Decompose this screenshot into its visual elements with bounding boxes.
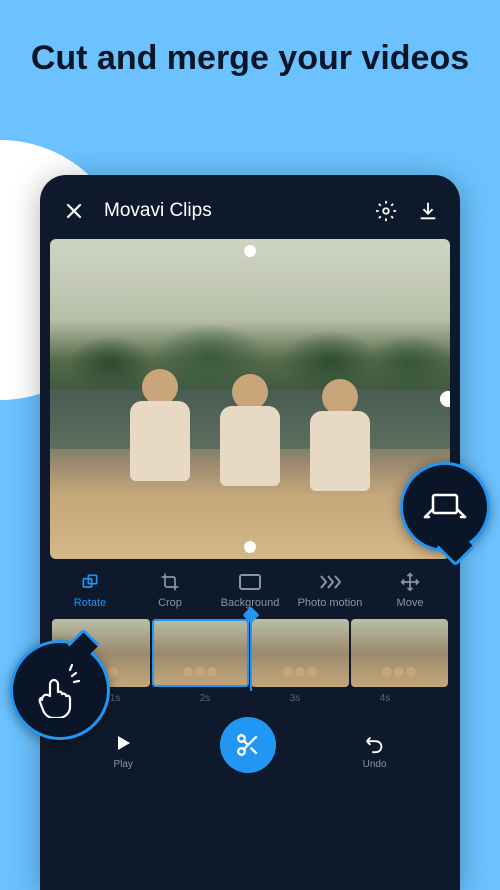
preview-people <box>110 359 390 519</box>
time-tick: 1s <box>110 693 121 704</box>
undo-label: Undo <box>363 759 387 770</box>
download-button[interactable] <box>416 199 440 223</box>
tool-photo-motion[interactable]: Photo motion <box>290 571 370 609</box>
move-icon <box>400 572 420 592</box>
timeline-clip[interactable] <box>152 619 250 687</box>
scissors-icon <box>235 732 261 758</box>
tool-label: Rotate <box>50 597 130 609</box>
playhead[interactable] <box>250 615 252 691</box>
settings-button[interactable] <box>374 199 398 223</box>
tool-label: Photo motion <box>290 597 370 609</box>
timeline-clip[interactable] <box>351 619 449 687</box>
tool-rotate[interactable]: Rotate <box>50 571 130 609</box>
phone-frame: Movavi Clips Rotate Crop <box>40 175 460 890</box>
gesture-callout <box>10 640 110 740</box>
bottom-controls: Play Undo <box>50 709 450 773</box>
play-button[interactable]: Play <box>113 731 132 770</box>
cut-button[interactable] <box>220 717 276 773</box>
download-icon <box>417 200 439 222</box>
tool-background[interactable]: Background <box>210 571 290 609</box>
time-tick: 4s <box>380 693 391 704</box>
play-icon <box>114 734 132 752</box>
timeline-clip[interactable] <box>251 619 349 687</box>
time-ruler: 1s 2s 3s 4s <box>50 693 450 704</box>
undo-icon <box>364 732 386 754</box>
time-tick: 3s <box>290 693 301 704</box>
rotate-icon <box>80 572 100 592</box>
tool-label: Move <box>370 597 450 609</box>
close-icon <box>64 201 84 221</box>
tool-label: Crop <box>130 597 210 609</box>
background-icon <box>239 574 261 590</box>
crop-handle-bottom[interactable] <box>244 541 256 553</box>
split-callout <box>400 462 490 552</box>
video-preview[interactable] <box>50 239 450 559</box>
crop-icon <box>160 572 180 592</box>
split-icon <box>423 489 467 525</box>
tool-crop[interactable]: Crop <box>130 571 210 609</box>
app-bar: Movavi Clips <box>50 185 450 239</box>
motion-icon <box>319 574 341 590</box>
headline: Cut and merge your videos <box>0 0 500 109</box>
play-label: Play <box>113 759 132 770</box>
timeline[interactable]: 1s 2s 3s 4s <box>50 619 450 709</box>
undo-button[interactable]: Undo <box>363 731 387 770</box>
gear-icon <box>375 200 397 222</box>
close-button[interactable] <box>60 197 88 225</box>
time-tick: 2s <box>200 693 211 704</box>
hand-swipe-icon <box>30 662 90 718</box>
crop-handle-top[interactable] <box>244 245 256 257</box>
app-title: Movavi Clips <box>104 200 374 222</box>
crop-handle-right[interactable] <box>440 391 450 407</box>
tool-move[interactable]: Move <box>370 571 450 609</box>
